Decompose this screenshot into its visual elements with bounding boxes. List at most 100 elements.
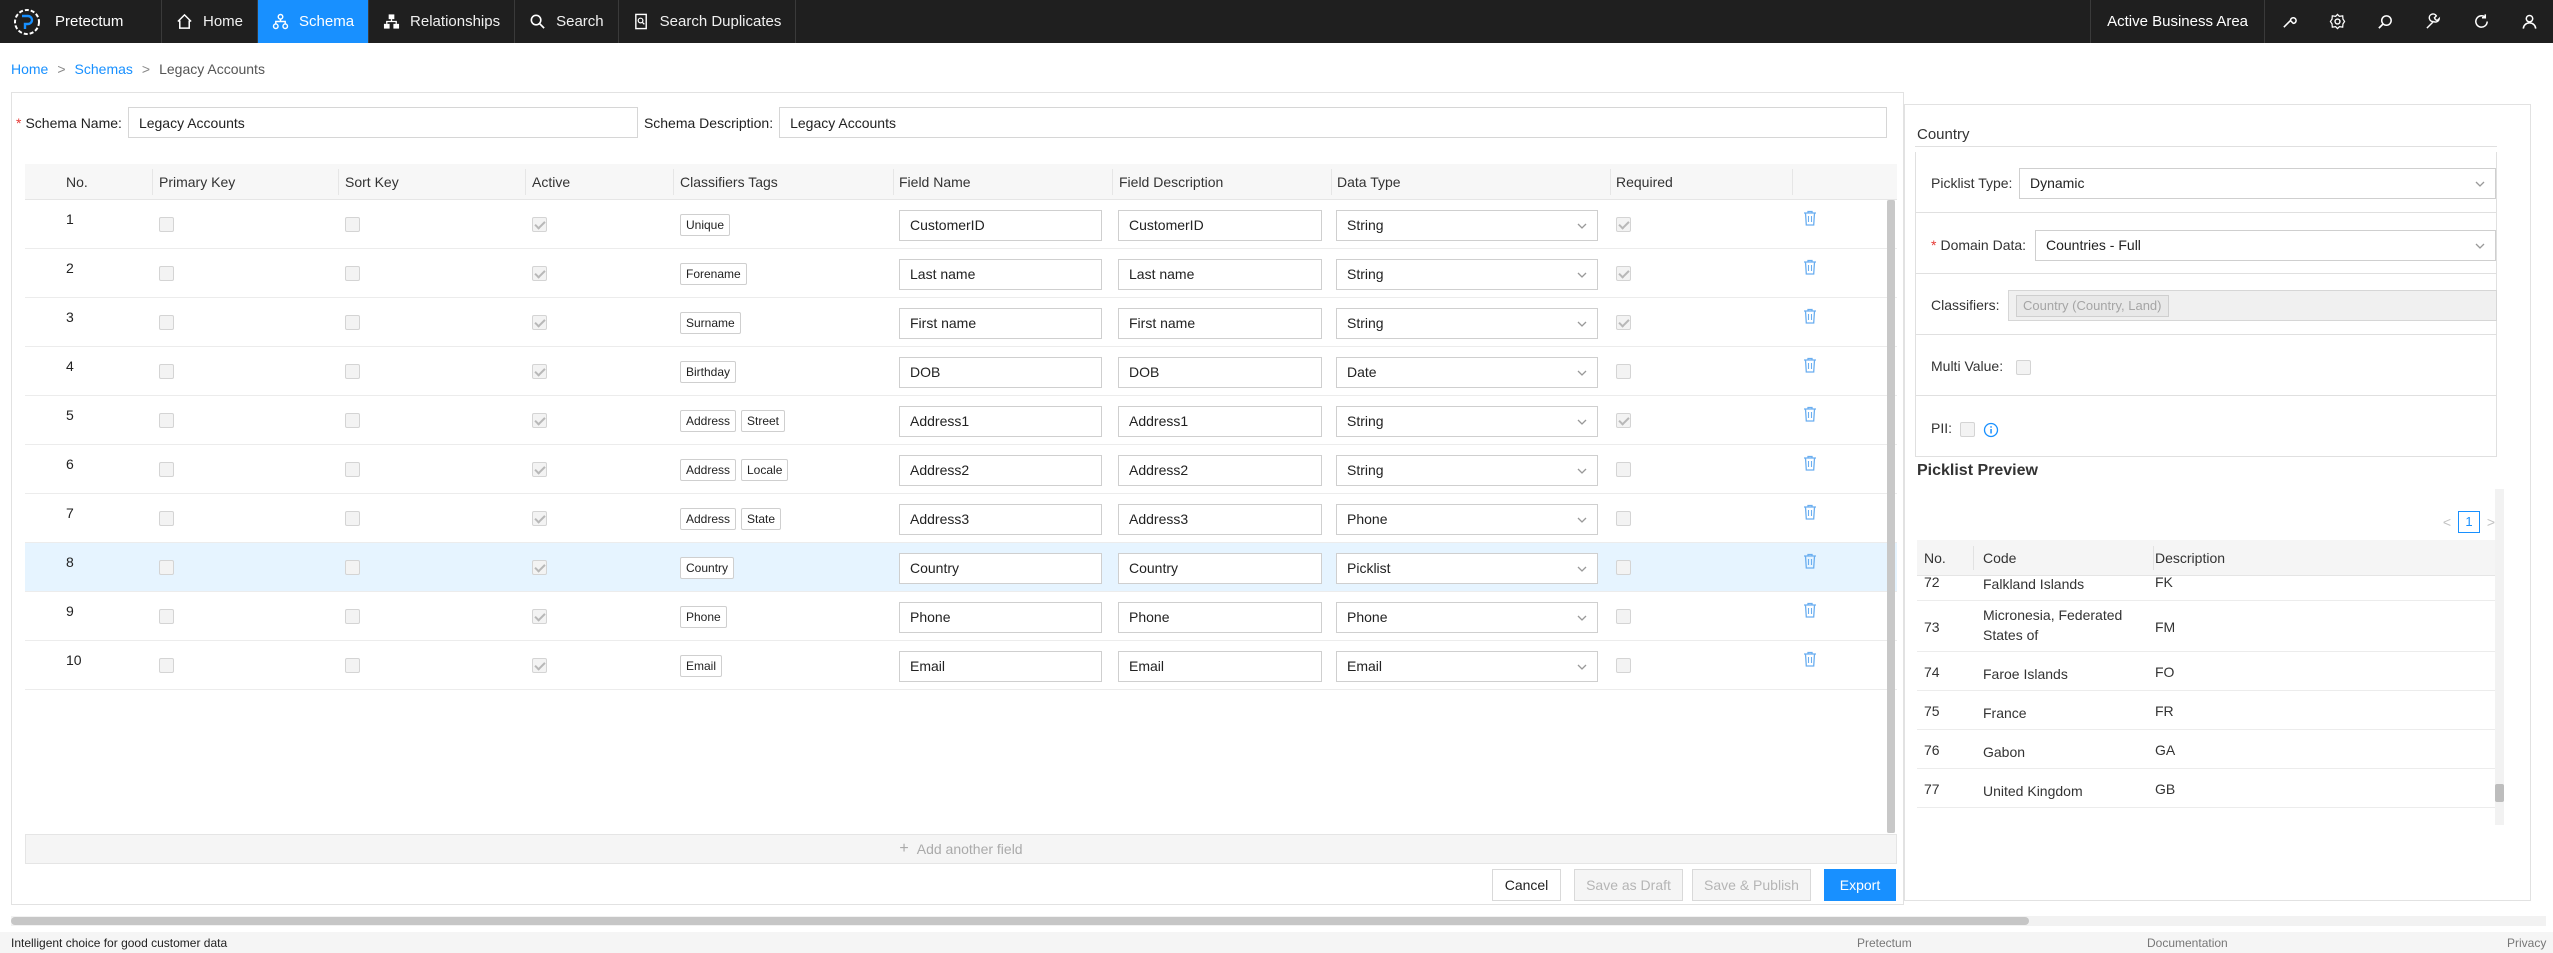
data-type-select[interactable]: Email: [1336, 651, 1598, 682]
nav-schema[interactable]: Schema: [258, 0, 370, 43]
schema-name-input[interactable]: Legacy Accounts: [127, 107, 638, 138]
required-checkbox[interactable]: [1616, 609, 1631, 624]
sort-key-checkbox[interactable]: [345, 315, 360, 330]
schema-description-input[interactable]: Legacy Accounts: [779, 107, 1888, 138]
active-checkbox[interactable]: [532, 609, 547, 624]
data-type-select[interactable]: Date: [1336, 357, 1598, 388]
classifier-tag[interactable]: Country: [680, 557, 735, 579]
table-row[interactable]: 10 Email Email Email Email: [25, 641, 1897, 690]
global-search-button[interactable]: [2361, 0, 2409, 43]
field-description-input[interactable]: CustomerID: [1118, 210, 1322, 241]
field-description-input[interactable]: Email: [1118, 651, 1322, 682]
required-checkbox[interactable]: [1616, 266, 1631, 281]
active-checkbox[interactable]: [532, 217, 547, 232]
field-name-input[interactable]: Last name: [899, 259, 1102, 290]
sort-key-checkbox[interactable]: [345, 364, 360, 379]
primary-key-checkbox[interactable]: [159, 217, 174, 232]
classifier-tag[interactable]: Address: [680, 508, 737, 530]
sort-key-checkbox[interactable]: [345, 609, 360, 624]
data-type-select[interactable]: String: [1336, 455, 1598, 486]
nav-search-duplicates[interactable]: Search Duplicates: [619, 0, 797, 43]
sort-key-checkbox[interactable]: [345, 266, 360, 281]
table-row[interactable]: 1 Unique CustomerID CustomerID String: [25, 200, 1897, 249]
classifier-tag[interactable]: Forename: [680, 263, 747, 285]
classifier-tag[interactable]: Surname: [680, 312, 741, 334]
nav-search[interactable]: Search: [515, 0, 619, 43]
business-area-selector[interactable]: Active Business Area: [2090, 0, 2265, 43]
footer-brand-link[interactable]: Pretectum: [1857, 936, 1912, 950]
info-icon[interactable]: [1983, 422, 1999, 438]
primary-key-checkbox[interactable]: [159, 315, 174, 330]
active-checkbox[interactable]: [532, 413, 547, 428]
delete-icon[interactable]: [1803, 357, 1817, 373]
primary-key-checkbox[interactable]: [159, 511, 174, 526]
primary-key-checkbox[interactable]: [159, 658, 174, 673]
required-checkbox[interactable]: [1616, 364, 1631, 379]
active-checkbox[interactable]: [532, 658, 547, 673]
preview-scrollbar-thumb[interactable]: [2495, 784, 2504, 802]
prev-page-button[interactable]: <: [2439, 514, 2455, 530]
required-checkbox[interactable]: [1616, 413, 1631, 428]
brand[interactable]: Pretectum: [0, 0, 162, 43]
primary-key-checkbox[interactable]: [159, 413, 174, 428]
footer-privacy-link[interactable]: Privacy: [2507, 936, 2546, 950]
save-publish-button[interactable]: Save & Publish: [1692, 869, 1811, 901]
table-row[interactable]: 3 Surname First name First name String: [25, 298, 1897, 347]
field-name-input[interactable]: Address3: [899, 504, 1102, 535]
save-as-draft-button[interactable]: Save as Draft: [1574, 869, 1683, 901]
data-type-select[interactable]: String: [1336, 406, 1598, 437]
delete-icon[interactable]: [1803, 553, 1817, 569]
primary-key-checkbox[interactable]: [159, 462, 174, 477]
field-description-input[interactable]: Last name: [1118, 259, 1322, 290]
active-checkbox[interactable]: [532, 560, 547, 575]
table-row[interactable]: 7 Address State Address3 Address3 Phone: [25, 494, 1897, 543]
required-checkbox[interactable]: [1616, 560, 1631, 575]
multi-value-checkbox[interactable]: [2016, 360, 2031, 375]
classifier-tag[interactable]: Phone: [680, 606, 727, 628]
delete-icon[interactable]: [1803, 308, 1817, 324]
classifier-tag[interactable]: Unique: [680, 214, 731, 236]
add-field-button[interactable]: + Add another field: [25, 834, 1897, 864]
active-checkbox[interactable]: [532, 364, 547, 379]
user-button[interactable]: [2505, 0, 2553, 43]
tools-button[interactable]: [2265, 0, 2313, 43]
sort-key-checkbox[interactable]: [345, 658, 360, 673]
delete-icon[interactable]: [1803, 259, 1817, 275]
active-checkbox[interactable]: [532, 462, 547, 477]
classifier-tag[interactable]: Locale: [741, 459, 789, 481]
field-name-input[interactable]: Address1: [899, 406, 1102, 437]
field-description-input[interactable]: Country: [1118, 553, 1322, 584]
preview-scrollbar-track[interactable]: [2495, 489, 2504, 825]
required-checkbox[interactable]: [1616, 511, 1631, 526]
field-description-input[interactable]: Address2: [1118, 455, 1322, 486]
sort-key-checkbox[interactable]: [345, 413, 360, 428]
field-name-input[interactable]: First name: [899, 308, 1102, 339]
field-description-input[interactable]: Address1: [1118, 406, 1322, 437]
active-checkbox[interactable]: [532, 266, 547, 281]
active-checkbox[interactable]: [532, 315, 547, 330]
domain-data-select[interactable]: Countries - Full: [2035, 230, 2496, 261]
classifier-tag[interactable]: Address: [680, 410, 737, 432]
data-type-select[interactable]: Picklist: [1336, 553, 1598, 584]
nav-home[interactable]: Home: [162, 0, 259, 43]
sort-key-checkbox[interactable]: [345, 217, 360, 232]
export-button[interactable]: Export: [1824, 869, 1896, 901]
required-checkbox[interactable]: [1616, 658, 1631, 673]
data-type-select[interactable]: Phone: [1336, 602, 1598, 633]
refresh-button[interactable]: [2457, 0, 2505, 43]
primary-key-checkbox[interactable]: [159, 560, 174, 575]
footer-documentation-link[interactable]: Documentation: [2147, 936, 2228, 950]
field-description-input[interactable]: First name: [1118, 308, 1322, 339]
table-row[interactable]: 9 Phone Phone Phone Phone: [25, 592, 1897, 641]
primary-key-checkbox[interactable]: [159, 266, 174, 281]
field-name-input[interactable]: Address2: [899, 455, 1102, 486]
classifier-tag[interactable]: State: [741, 508, 782, 530]
delete-icon[interactable]: [1803, 504, 1817, 520]
page-1-button[interactable]: 1: [2458, 511, 2480, 533]
sort-key-checkbox[interactable]: [345, 462, 360, 477]
field-name-input[interactable]: DOB: [899, 357, 1102, 388]
field-description-input[interactable]: DOB: [1118, 357, 1322, 388]
data-type-select[interactable]: Phone: [1336, 504, 1598, 535]
field-name-input[interactable]: Country: [899, 553, 1102, 584]
nav-relationships[interactable]: Relationships: [369, 0, 516, 43]
